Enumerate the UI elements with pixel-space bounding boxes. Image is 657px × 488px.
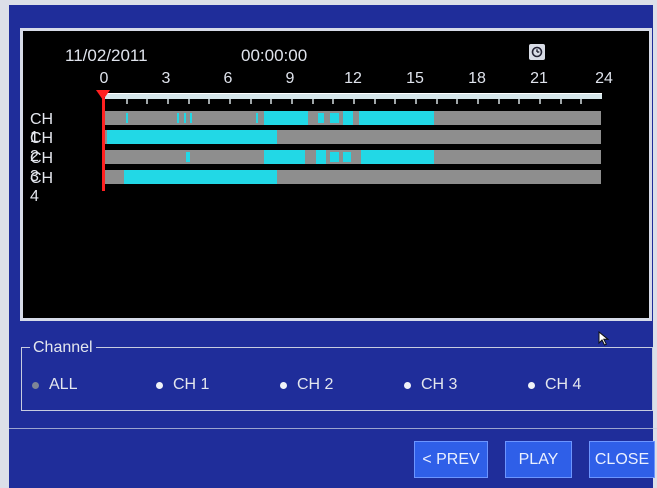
- hour-label: 9: [285, 70, 295, 87]
- hour-tick: [125, 99, 128, 104]
- footer-divider: [9, 428, 657, 429]
- hour-tick: [415, 99, 417, 104]
- hour-tick: [456, 99, 459, 104]
- channel-group-title: Channel: [30, 339, 96, 357]
- hour-tick: [311, 99, 314, 104]
- radio-button-ch3[interactable]: [404, 381, 411, 389]
- channel-option-ch4[interactable]: CH 4: [528, 376, 581, 394]
- close-button[interactable]: CLOSE: [589, 441, 655, 478]
- recording-segment: [315, 150, 327, 164]
- clock-icon[interactable]: [529, 44, 545, 60]
- recording-track-ch2[interactable]: [105, 130, 601, 144]
- radio-button-ch4[interactable]: [528, 381, 535, 389]
- channel-option-label: CH 3: [421, 376, 458, 393]
- hour-tick: [229, 99, 231, 104]
- recording-segment: [177, 113, 180, 123]
- search-time: 00:00:00: [241, 46, 308, 65]
- recording-segment: [361, 150, 434, 164]
- hour-tick: [477, 99, 479, 104]
- recording-segment: [342, 152, 351, 162]
- recording-segment: [123, 170, 277, 184]
- play-button[interactable]: PLAY: [505, 441, 572, 478]
- hour-tick: [208, 99, 211, 104]
- hour-tick: [187, 99, 190, 104]
- hour-label: 15: [406, 70, 424, 87]
- search-date: 11/02/2011: [65, 46, 148, 65]
- recording-track-ch1[interactable]: [105, 111, 601, 125]
- recording-segment: [330, 152, 339, 162]
- recording-segment: [189, 113, 192, 123]
- recording-segment: [185, 152, 190, 162]
- recording-segment: [264, 150, 306, 164]
- hour-tick: [497, 99, 500, 104]
- recording-segment: [359, 111, 434, 125]
- channel-option-ch3[interactable]: CH 3: [404, 376, 457, 394]
- hour-tick: [518, 99, 521, 104]
- recording-segment: [264, 111, 308, 125]
- recording-segment: [183, 113, 186, 123]
- radio-button-ch1[interactable]: [156, 381, 163, 389]
- hour-tick: [394, 99, 397, 104]
- hour-label: 18: [468, 70, 486, 87]
- prev-button[interactable]: < PREV: [414, 441, 488, 478]
- channel-option-label: CH 2: [297, 376, 334, 393]
- recording-segment: [107, 130, 277, 144]
- hour-tick: [249, 99, 252, 104]
- hour-tick: [559, 99, 562, 104]
- recording-segment: [330, 113, 339, 123]
- recording-segment: [342, 111, 353, 125]
- hour-scale-labels: 0 3 6 9 12 15 18 21 24: [0, 70, 657, 90]
- hour-label: 3: [161, 70, 171, 87]
- hour-tick: [373, 99, 376, 104]
- hour-tick: [353, 99, 355, 104]
- recording-segment: [255, 113, 258, 123]
- hour-tick: [146, 99, 149, 104]
- hour-label: 24: [595, 70, 613, 87]
- time-cursor-line: [102, 98, 105, 191]
- hour-tick: [580, 99, 583, 104]
- mouse-pointer-icon: [598, 331, 610, 346]
- hour-tick: [539, 99, 541, 104]
- channel-option-ch1[interactable]: CH 1: [156, 376, 209, 394]
- radio-button-all[interactable]: [32, 381, 39, 389]
- channel-option-label: CH 1: [173, 376, 210, 393]
- hour-tick: [332, 99, 335, 104]
- recording-segment: [317, 113, 325, 123]
- hour-tick: [435, 99, 438, 104]
- hour-label: 0: [99, 70, 109, 87]
- hour-label: 21: [530, 70, 548, 87]
- recording-track-ch3[interactable]: [105, 150, 601, 164]
- channel-option-label: ALL: [49, 376, 78, 393]
- hour-label: 12: [344, 70, 362, 87]
- hour-label: 6: [223, 70, 233, 87]
- hour-tick: [167, 99, 169, 104]
- channel-label-ch4: CH 4: [30, 170, 54, 205]
- channel-option-ch2[interactable]: CH 2: [280, 376, 333, 394]
- radio-button-ch2[interactable]: [280, 381, 287, 389]
- recording-segment: [125, 113, 128, 123]
- channel-option-all[interactable]: ALL: [32, 376, 77, 394]
- recording-track-ch4[interactable]: [105, 170, 601, 184]
- hour-tick: [270, 99, 273, 104]
- channel-option-label: CH 4: [545, 376, 582, 393]
- hour-tick: [291, 99, 293, 104]
